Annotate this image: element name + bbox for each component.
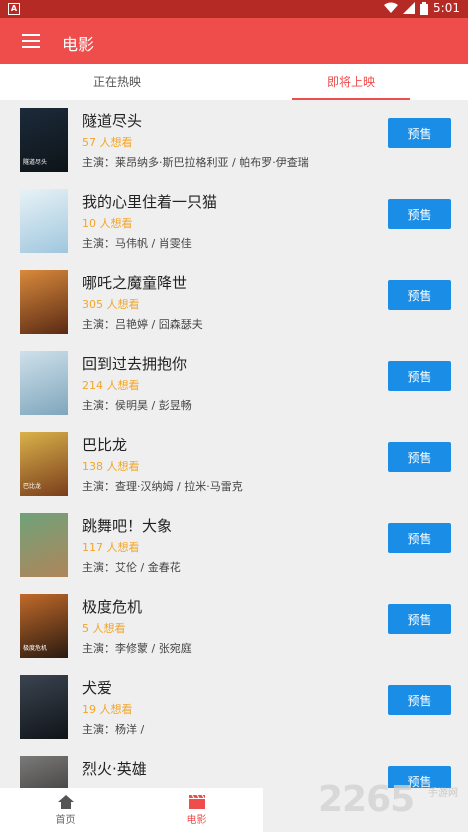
want-count: 214 人想看 <box>82 379 140 392</box>
signal-icon <box>403 2 416 14</box>
nav-movies[interactable]: 电影 <box>131 788 262 832</box>
list-item[interactable]: 极度危机 极度危机 5 人想看 主演：李修蒙 / 张宛庭 预售 <box>0 586 468 667</box>
watermark-logo: 2265 <box>318 779 415 820</box>
movie-poster <box>20 756 68 788</box>
list-item[interactable]: 跳舞吧！大象 117 人想看 主演：艾伦 / 金春花 预售 <box>0 505 468 586</box>
cast-text: 主演：吕艳婷 / 囧森瑟夫 <box>82 318 203 331</box>
want-count: 19 人想看 <box>82 703 133 716</box>
notification-icon: A <box>8 3 20 15</box>
movie-poster <box>20 270 68 334</box>
presale-button[interactable]: 预售 <box>388 199 451 229</box>
presale-button[interactable]: 预售 <box>388 118 451 148</box>
want-count: 10 人想看 <box>82 217 133 230</box>
movie-poster <box>20 675 68 739</box>
want-count: 117 人想看 <box>82 541 140 554</box>
nav-home[interactable]: 首页 <box>0 788 131 832</box>
list-item[interactable]: 巴比龙 巴比龙 138 人想看 主演：查理·汉纳姆 / 拉米·马雷克 预售 <box>0 424 468 505</box>
cast-text: 主演：李修蒙 / 张宛庭 <box>82 642 192 655</box>
tab-bar: 正在热映 即将上映 <box>0 64 468 100</box>
page-title: 电影 <box>62 35 95 54</box>
clapperboard-icon <box>188 795 205 809</box>
movie-poster: 巴比龙 <box>20 432 68 496</box>
cast-text: 主演：莱昂纳多·斯巴拉格利亚 / 帕布罗·伊查瑞 <box>82 156 309 169</box>
cast-text: 主演：查理·汉纳姆 / 拉米·马雷克 <box>82 480 243 493</box>
poster-title: 隧道尽头 <box>23 159 48 166</box>
list-item[interactable]: 回到过去拥抱你 214 人想看 主演：侯明昊 / 彭昱畅 预售 <box>0 343 468 424</box>
menu-icon[interactable] <box>22 34 40 48</box>
cast-text: 主演：侯明昊 / 彭昱畅 <box>82 399 192 412</box>
want-count: 305 人想看 <box>82 298 140 311</box>
status-right: 5:01 <box>384 1 460 15</box>
movie-title: 巴比龙 <box>82 436 128 454</box>
movie-poster: 隧道尽头 <box>20 108 68 172</box>
cast-text: 主演：杨洋 / <box>82 723 145 736</box>
movie-title: 哪吒之魔童降世 <box>82 274 188 292</box>
cast-text: 主演：艾伦 / 金春花 <box>82 561 181 574</box>
movie-title: 跳舞吧！大象 <box>82 517 173 535</box>
status-time: 5:01 <box>433 1 460 15</box>
movie-title: 我的心里住着一只猫 <box>82 193 218 211</box>
presale-button[interactable]: 预售 <box>388 523 451 553</box>
want-count: 57 人想看 <box>82 136 133 149</box>
movie-title: 极度危机 <box>82 598 143 616</box>
presale-button[interactable]: 预售 <box>388 604 451 634</box>
app-bar: 电影 <box>0 18 468 64</box>
presale-button[interactable]: 预售 <box>388 442 451 472</box>
watermark-sub: 手游网 <box>428 788 458 799</box>
nav-movies-label: 电影 <box>186 815 207 826</box>
movie-poster <box>20 189 68 253</box>
status-bar: A 5:01 <box>0 0 468 18</box>
movie-title: 隧道尽头 <box>82 112 143 130</box>
battery-icon <box>420 1 429 15</box>
bottom-nav: 首页 电影 <box>0 788 263 832</box>
movie-list: 隧道尽头 隧道尽头 57 人想看 主演：莱昂纳多·斯巴拉格利亚 / 帕布罗·伊查… <box>0 100 468 788</box>
presale-button[interactable]: 预售 <box>388 361 451 391</box>
want-count: 138 人想看 <box>82 460 140 473</box>
list-item[interactable]: 哪吒之魔童降世 305 人想看 主演：吕艳婷 / 囧森瑟夫 预售 <box>0 262 468 343</box>
list-item[interactable]: 犬爱 19 人想看 主演：杨洋 / 预售 <box>0 667 468 748</box>
home-icon <box>57 795 74 809</box>
movie-title: 犬爱 <box>82 679 113 697</box>
cast-text: 主演：马伟帆 / 肖雯佳 <box>82 237 192 250</box>
movie-title: 烈火·英雄 <box>82 760 147 778</box>
movie-poster: 极度危机 <box>20 594 68 658</box>
movie-poster <box>20 351 68 415</box>
movie-title: 回到过去拥抱你 <box>82 355 188 373</box>
tab-coming-soon[interactable]: 即将上映 <box>234 64 468 100</box>
nav-home-label: 首页 <box>55 815 76 826</box>
poster-title: 极度危机 <box>23 645 48 652</box>
list-item[interactable]: 隧道尽头 隧道尽头 57 人想看 主演：莱昂纳多·斯巴拉格利亚 / 帕布罗·伊查… <box>0 100 468 181</box>
movie-poster <box>20 513 68 577</box>
presale-button[interactable]: 预售 <box>388 280 451 310</box>
poster-title: 巴比龙 <box>23 483 42 490</box>
wifi-icon <box>384 2 399 13</box>
list-item[interactable]: 我的心里住着一只猫 10 人想看 主演：马伟帆 / 肖雯佳 预售 <box>0 181 468 262</box>
presale-button[interactable]: 预售 <box>388 685 451 715</box>
want-count: 5 人想看 <box>82 622 126 635</box>
tab-now-showing[interactable]: 正在热映 <box>0 64 234 100</box>
